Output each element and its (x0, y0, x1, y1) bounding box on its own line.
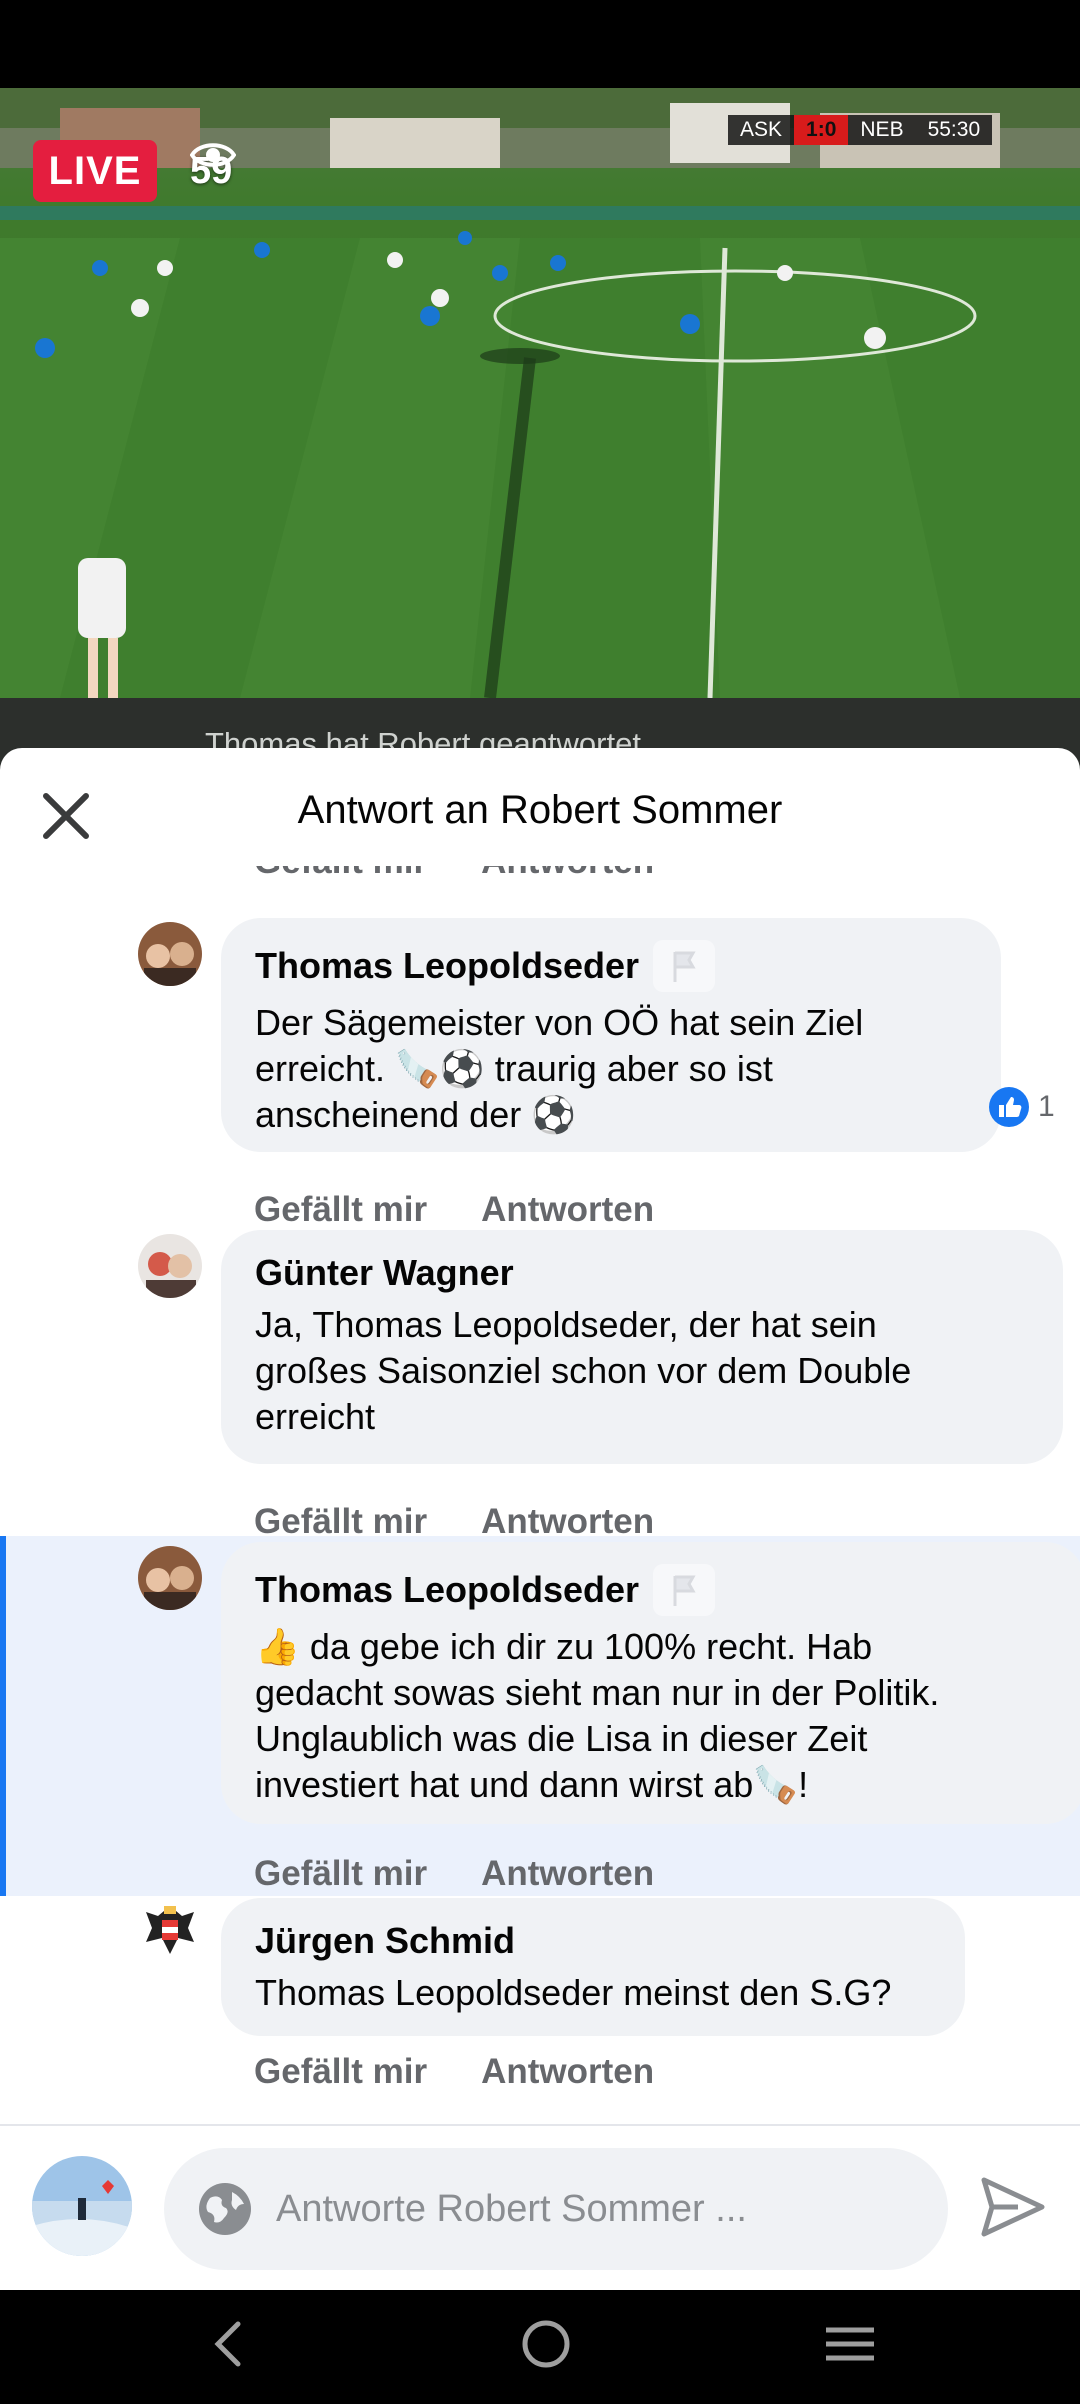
away-team: NEB (848, 115, 916, 145)
like-button[interactable]: Gefällt mir (254, 1190, 427, 1230)
comment-text: 👍 da gebe ich dir zu 100% recht. Hab geda… (255, 1626, 940, 1805)
home-team: ASK (728, 115, 795, 145)
eye-icon (190, 143, 236, 167)
like-button[interactable]: Gefällt mir (254, 2052, 427, 2092)
reaction-count[interactable]: 1 (988, 1086, 1055, 1128)
comment-bubble[interactable]: Jürgen Schmid Thomas Leopoldseder meinst… (221, 1898, 965, 2036)
like-button[interactable]: Gefällt mir (254, 866, 427, 882)
reply-sheet: Antwort an Robert Sommer Gefällt mir Ant… (0, 748, 1080, 2290)
score: 1:0 (794, 115, 849, 145)
sheet-title: Antwort an Robert Sommer (297, 788, 783, 832)
comment-item-highlighted: Thomas Leopoldseder 👍 da gebe ich dir zu… (0, 1536, 1080, 1896)
match-time: 55:30 (915, 115, 993, 145)
status-bar (0, 0, 1080, 88)
top-fan-flag-icon (653, 940, 716, 992)
like-reaction-icon (989, 1087, 1029, 1127)
comment-item: Jürgen Schmid Thomas Leopoldseder meinst… (0, 1898, 1080, 2102)
comment-author[interactable]: Jürgen Schmid (255, 1920, 515, 1962)
reply-button[interactable]: Antworten (481, 2052, 654, 2092)
avatar[interactable] (138, 1234, 202, 1298)
avatar[interactable] (138, 1898, 202, 1962)
comment-author[interactable]: Thomas Leopoldseder (255, 1569, 639, 1611)
live-video[interactable]: LIVE 59 ASK 1:0 NEB 55:30 (0, 88, 1080, 698)
avatar[interactable] (138, 1546, 202, 1610)
like-button[interactable]: Gefällt mir (254, 1854, 427, 1894)
reply-button[interactable]: Antworten (481, 866, 654, 882)
comment-text: Ja, Thomas Leopoldseder, der hat sein gro… (255, 1304, 912, 1437)
reply-composer (0, 2124, 1080, 2292)
scoreboard: ASK 1:0 NEB 55:30 (728, 115, 993, 145)
reply-input[interactable] (274, 2176, 918, 2242)
comment-item: Günter Wagner Ja, Thomas Leopoldseder, d… (0, 1230, 1080, 1542)
comment-item: Thomas Leopoldseder Der Sägemeister von … (0, 918, 1080, 1230)
comment-actions: Gefällt mir Antworten (254, 2052, 654, 2092)
comment-text: Der Sägemeister von OÖ hat sein Ziel erre… (255, 1002, 864, 1135)
comment-text: Thomas Leopoldseder meinst den S.G? (255, 1972, 892, 2013)
comment-author[interactable]: Thomas Leopoldseder (255, 945, 639, 987)
reply-button[interactable]: Antworten (481, 1854, 654, 1894)
comment-bubble[interactable]: Thomas Leopoldseder Der Sägemeister von … (221, 918, 1001, 1152)
reply-input-container[interactable] (164, 2148, 948, 2270)
comment-author[interactable]: Günter Wagner (255, 1252, 514, 1294)
comment-list[interactable]: Gefällt mir Antworten Thomas Leopoldsede… (0, 866, 1080, 2102)
system-nav-bar (0, 2290, 1080, 2404)
send-icon[interactable] (978, 2174, 1048, 2240)
home-icon[interactable] (516, 2314, 576, 2374)
video-frame (0, 88, 1080, 698)
reply-button[interactable]: Antworten (481, 1190, 654, 1230)
viewer-count: 59 (190, 140, 236, 202)
comment-bubble[interactable]: Günter Wagner Ja, Thomas Leopoldseder, d… (221, 1230, 1063, 1464)
top-fan-flag-icon (653, 1564, 716, 1616)
back-icon[interactable] (208, 2314, 248, 2374)
comment-bubble[interactable]: Thomas Leopoldseder 👍 da gebe ich dir zu… (221, 1542, 1080, 1824)
avatar[interactable] (138, 922, 202, 986)
menu-icon[interactable] (822, 2314, 878, 2374)
user-avatar[interactable] (32, 2156, 132, 2256)
globe-icon[interactable] (196, 2180, 254, 2238)
live-badge: LIVE (33, 140, 157, 202)
comment-actions: Gefällt mir Antworten (254, 1854, 654, 1894)
comment-actions: Gefällt mir Antworten (254, 1190, 654, 1230)
sheet-header: Antwort an Robert Sommer (0, 748, 1080, 876)
previous-comment-actions: Gefällt mir Antworten (254, 866, 654, 882)
